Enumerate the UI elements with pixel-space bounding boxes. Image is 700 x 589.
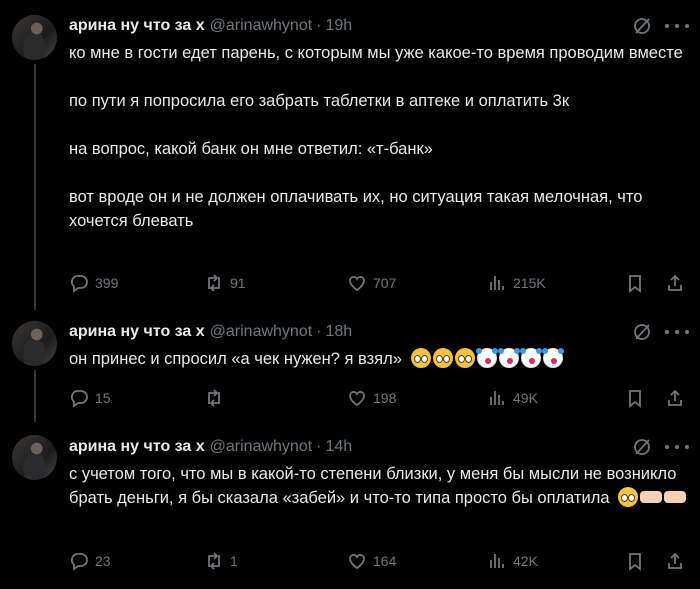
timestamp[interactable]: 19h (325, 17, 352, 35)
share-icon (668, 274, 682, 291)
pleading-face-emoji (618, 487, 639, 507)
pleading-face-emoji (454, 348, 475, 368)
tweet-paragraph: по пути я попросила его забрать таблетки… (69, 92, 570, 110)
clown-face-emoji (519, 348, 541, 368)
clown-face-emoji (541, 348, 563, 368)
separator-dot: · (316, 17, 322, 34)
separator-dot: · (316, 323, 322, 340)
reply-button[interactable]: 15 (69, 387, 111, 409)
views-count: 42K (513, 553, 538, 569)
tweet-paragraph: ко мне в гости едет парень, с которым мы… (69, 44, 683, 62)
repost-button[interactable] (204, 387, 230, 409)
tweet-1[interactable]: арина ну что за х @arinawhynot · 19h ко … (0, 0, 700, 310)
more-icon[interactable] (665, 322, 689, 342)
repost-button[interactable]: 1 (204, 550, 238, 572)
repost-icon (208, 389, 220, 407)
share-icon (668, 389, 682, 406)
pleading-face-emoji (410, 348, 431, 368)
views-count: 49K (513, 390, 538, 406)
views-button[interactable]: 49K (487, 387, 538, 409)
views-icon (490, 276, 504, 290)
bookmark-icon (629, 275, 641, 293)
avatar[interactable] (12, 321, 57, 366)
bookmark-icon (629, 553, 641, 571)
tweet-actions: 15 198 49K (69, 387, 689, 409)
tweet-text: с учетом того, что мы в какой-то степени… (69, 462, 689, 510)
tweet-text-content: он принес и спросил «а чек нужен? я взял… (69, 350, 402, 368)
pleading-face-emoji (432, 348, 453, 368)
reply-button[interactable]: 399 (69, 272, 118, 294)
grok-icon[interactable] (632, 16, 652, 36)
timestamp[interactable]: 14h (325, 438, 352, 456)
heart-icon (349, 391, 365, 407)
tweet-text-content: с учетом того, что мы в какой-то степени… (69, 465, 677, 507)
thread-line (34, 370, 36, 422)
tweet-header: арина ну что за х @arinawhynot · 19h (69, 16, 352, 36)
avatar[interactable] (12, 15, 57, 60)
author-name[interactable]: арина ну что за х (69, 323, 205, 341)
like-button[interactable]: 164 (347, 550, 396, 572)
author-handle[interactable]: @arinawhynot (210, 438, 313, 456)
views-icon (490, 554, 504, 568)
tweet-paragraph: вот вроде он и не должен оплачивать их, … (69, 188, 643, 230)
like-count: 164 (373, 553, 397, 569)
more-icon[interactable] (665, 16, 689, 36)
grok-icon[interactable] (632, 437, 652, 457)
reply-button[interactable]: 23 (69, 550, 111, 572)
pointing-left-emoji (664, 491, 687, 503)
share-button[interactable] (665, 387, 685, 409)
pointing-right-emoji (640, 491, 663, 503)
views-icon (490, 391, 504, 405)
timestamp[interactable]: 18h (325, 323, 352, 341)
grok-icon[interactable] (632, 322, 652, 342)
views-button[interactable]: 215K (487, 272, 546, 294)
repost-icon (208, 274, 220, 292)
heart-icon (349, 554, 365, 570)
tweet-header: арина ну что за х @arinawhynot · 18h (69, 322, 352, 342)
reply-icon (71, 275, 88, 293)
repost-count: 91 (230, 275, 246, 291)
avatar[interactable] (12, 435, 57, 480)
tweet-text: ко мне в гости едет парень, с которым мы… (69, 41, 689, 233)
author-name[interactable]: арина ну что за х (69, 17, 205, 35)
separator-dot: · (316, 438, 322, 455)
clown-face-emoji (497, 348, 519, 368)
tweet-paragraph: на вопрос, какой банк он мне ответил: «т… (69, 140, 433, 158)
repost-count: 1 (230, 553, 238, 569)
like-count: 198 (373, 390, 397, 406)
reply-count: 23 (95, 553, 111, 569)
bookmark-icon (629, 390, 641, 408)
bookmark-button[interactable] (625, 272, 645, 294)
tweet-2[interactable]: арина ну что за х @arinawhynot · 18h он … (0, 310, 700, 422)
tweet-header: арина ну что за х @arinawhynot · 14h (69, 437, 352, 457)
repost-button[interactable]: 91 (204, 272, 246, 294)
author-handle[interactable]: @arinawhynot (210, 323, 313, 341)
bookmark-button[interactable] (625, 550, 645, 572)
heart-icon (349, 276, 365, 292)
tweet-text: он принес и спросил «а чек нужен? я взял… (69, 347, 689, 371)
reply-count: 399 (95, 275, 119, 291)
more-icon[interactable] (665, 437, 689, 457)
reply-icon (71, 553, 88, 571)
like-count: 707 (373, 275, 397, 291)
tweet-actions: 399 91 707 215K (69, 272, 689, 294)
repost-icon (208, 552, 220, 570)
views-button[interactable]: 42K (487, 550, 538, 572)
share-button[interactable] (665, 272, 685, 294)
author-handle[interactable]: @arinawhynot (210, 17, 313, 35)
author-name[interactable]: арина ну что за х (69, 438, 205, 456)
tweet-actions: 23 1 164 42K (69, 550, 689, 572)
reply-count: 15 (95, 390, 111, 406)
like-button[interactable]: 707 (347, 272, 396, 294)
tweet-3[interactable]: арина ну что за х @arinawhynot · 14h с у… (0, 422, 700, 589)
bookmark-button[interactable] (625, 387, 645, 409)
views-count: 215K (513, 275, 546, 291)
share-icon (668, 552, 682, 569)
like-button[interactable]: 198 (347, 387, 396, 409)
share-button[interactable] (665, 550, 685, 572)
thread-line (34, 64, 36, 310)
clown-face-emoji (475, 348, 497, 368)
reply-icon (71, 390, 88, 408)
